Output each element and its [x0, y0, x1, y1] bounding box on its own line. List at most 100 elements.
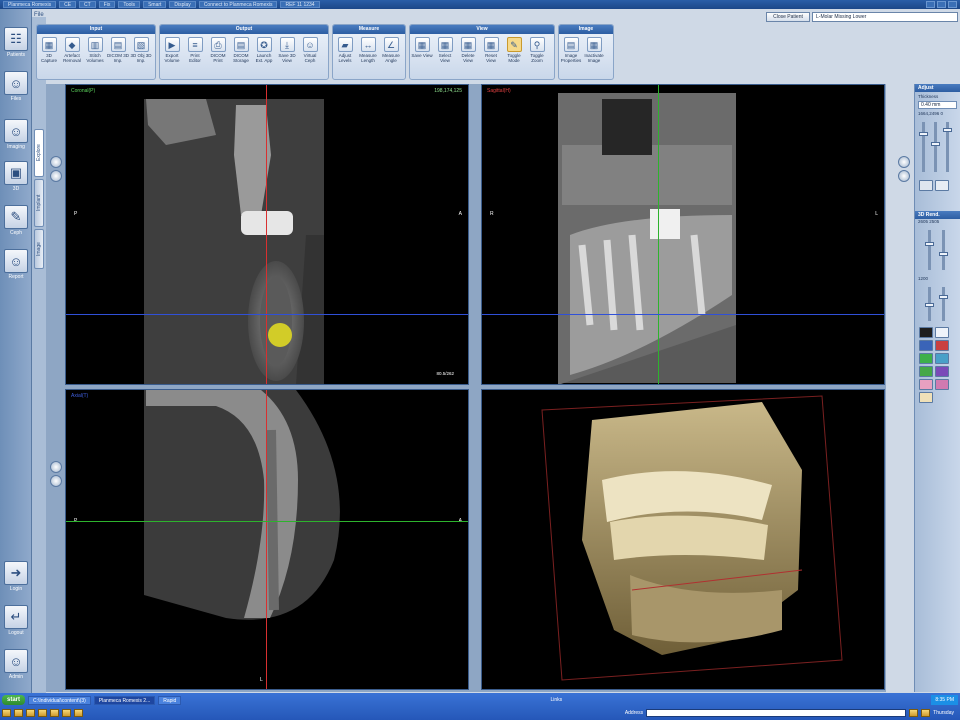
green-preset-icon[interactable] [919, 353, 933, 364]
taskbar-item-explorer[interactable]: C:\Individual\content\(3) [28, 695, 91, 705]
dicom-storage-button[interactable]: ▤ DICOM Storage [230, 36, 252, 63]
image-properties-button[interactable]: ▤ Image Properties [560, 36, 582, 63]
render-slider-2[interactable] [939, 230, 948, 270]
quicklaunch-icon[interactable] [38, 709, 47, 717]
rotate-icon[interactable] [50, 156, 62, 168]
select-view-button[interactable]: ▦ Select View [434, 36, 456, 63]
render-slider-4[interactable] [939, 287, 948, 321]
nav-item-report[interactable]: ☺ Report [2, 249, 30, 280]
slider-thumb[interactable] [939, 252, 948, 256]
maximize-button[interactable] [937, 1, 946, 8]
artefact-removal-button[interactable]: ◆ Artefact Removal [61, 36, 83, 63]
nav-item-ceph[interactable]: ✎ Ceph [2, 205, 30, 236]
nav-item-patients[interactable]: ☷ Patients [2, 27, 30, 58]
stitch-volumes-button[interactable]: ▥ Stitch Volumes [84, 36, 106, 63]
inactivate-image-button[interactable]: ▦ Inactivate Image [583, 36, 605, 63]
title-item-1[interactable]: CE [59, 1, 77, 8]
nav-item-3d[interactable]: ▣ 3D [2, 161, 30, 192]
title-item-4[interactable]: Tools [118, 1, 141, 8]
save-3d-view-button[interactable]: ⤓ Save 3D View [276, 36, 298, 63]
nav-item-logout[interactable]: ↵ Logout [2, 605, 30, 636]
reset-icon[interactable] [898, 170, 910, 182]
taskbar-item-rapid[interactable]: Rapid [158, 695, 182, 705]
adjust-levels-button[interactable]: ▰ Adjust Levels [334, 36, 356, 63]
blue-preset-icon[interactable] [919, 340, 933, 351]
nav-item-imaging[interactable]: ☺ Imaging [2, 119, 30, 150]
red-preset-icon[interactable] [935, 340, 949, 351]
quicklaunch-icon[interactable] [26, 709, 35, 717]
nav-item-admin[interactable]: ☺ Admin [2, 649, 30, 680]
crosshair-horizontal[interactable] [66, 314, 468, 315]
slider-thumb[interactable] [919, 132, 928, 136]
dicom-print-button[interactable]: ⎙ DICOM Print [207, 36, 229, 63]
black-preset-icon[interactable] [919, 327, 933, 338]
delete-view-button[interactable]: ▦ Delete View [457, 36, 479, 63]
crosshair-vertical[interactable] [266, 390, 267, 689]
measure-length-button[interactable]: ↔ Measure Length [357, 36, 379, 63]
quicklaunch-icon[interactable] [62, 709, 71, 717]
tab-implant[interactable]: Implant [34, 179, 44, 227]
viewport-3d-volume[interactable] [481, 389, 885, 690]
green-cube-icon[interactable] [919, 366, 933, 377]
close-patient-button[interactable]: Close Patient [766, 12, 810, 22]
contrast-slider[interactable] [931, 122, 940, 172]
slider-thumb[interactable] [931, 142, 940, 146]
toggle-mode-button[interactable]: ✎ Toggle Mode [503, 36, 525, 63]
teal-preset-icon[interactable] [935, 353, 949, 364]
render-slider-3[interactable] [925, 287, 934, 321]
reset-view-button[interactable]: ▦ Reset View [480, 36, 502, 63]
quicklaunch-icon[interactable] [2, 709, 11, 717]
tray-icon[interactable] [909, 709, 919, 717]
title-item-8[interactable]: REF 11 1234 [280, 1, 320, 8]
save-view-button[interactable]: ▦ Save View [411, 36, 433, 63]
reset-icon[interactable] [50, 170, 62, 182]
white-preset-icon[interactable] [935, 327, 949, 338]
start-button[interactable]: start [2, 695, 26, 705]
hammer-icon[interactable] [919, 180, 933, 191]
tab-explore[interactable]: Explore [34, 129, 44, 177]
minimize-button[interactable] [926, 1, 935, 8]
title-item-3[interactable]: Fix [98, 1, 116, 8]
viewport-sagittal[interactable]: Sagittal(H) R L [481, 84, 885, 385]
brightness-slider[interactable] [919, 122, 928, 172]
rotate-icon[interactable] [898, 156, 910, 168]
viewport-coronal[interactable]: Coronal(P) 198,174,125 80.5/262 P A [65, 84, 469, 385]
nav-item-login[interactable]: ➜ Login [2, 561, 30, 592]
address-bar-input[interactable] [646, 709, 907, 717]
crosshair-vertical[interactable] [658, 85, 659, 384]
launch-ext-app-button[interactable]: ✪ Launch Ext. App [253, 36, 275, 63]
toggle-zoom-button[interactable]: ⚲ Toggle Zoom [526, 36, 548, 63]
crosshair-horizontal[interactable] [66, 521, 468, 522]
close-window-button[interactable] [948, 1, 957, 8]
patient-select[interactable]: L-Molar Missing Lower [812, 12, 958, 22]
export-volume-button[interactable]: ▶ Export Volume [161, 36, 183, 63]
purple-preset-icon[interactable] [935, 366, 949, 377]
thickness-input[interactable]: 0.40 mm [918, 101, 957, 109]
tab-image[interactable]: Image [34, 229, 44, 269]
virtual-ceph-button[interactable]: ☺ Virtual Ceph [299, 36, 321, 63]
title-item-7[interactable]: Connect to Planmeca Romexis [198, 1, 278, 8]
title-item-5[interactable]: Smart [143, 1, 167, 8]
taskbar-item-romexis[interactable]: Planmeca Romexis 2... [93, 695, 156, 705]
slider-thumb[interactable] [939, 295, 948, 299]
slider-thumb[interactable] [943, 128, 952, 132]
tray-icon[interactable] [921, 709, 931, 717]
measure-angle-button[interactable]: ∠ Measure Angle [380, 36, 402, 63]
title-item-app[interactable]: Planmeca Romexis [3, 1, 57, 8]
quicklaunch-icon[interactable] [74, 709, 83, 717]
nav-item-files[interactable]: ☺ Files [2, 71, 30, 102]
gamma-slider[interactable] [943, 122, 952, 172]
system-clock[interactable]: 8:35 PM [931, 695, 958, 705]
obj-import-button[interactable]: ▧ 3D Obj 3D Imp. [130, 36, 152, 63]
links-label[interactable]: Links [551, 697, 563, 703]
title-item-2[interactable]: CT [79, 1, 96, 8]
slider-thumb[interactable] [925, 303, 934, 307]
crosshair-horizontal[interactable] [482, 314, 884, 315]
reset-icon[interactable] [50, 475, 62, 487]
pink-preset-icon[interactable] [919, 379, 933, 390]
print-editor-button[interactable]: ≡ Print Editor [184, 36, 206, 63]
viewport-axial[interactable]: Axial(T) P A L [65, 389, 469, 690]
pen-icon[interactable] [935, 180, 949, 191]
slider-thumb[interactable] [925, 242, 934, 246]
magenta-preset-icon[interactable] [935, 379, 949, 390]
